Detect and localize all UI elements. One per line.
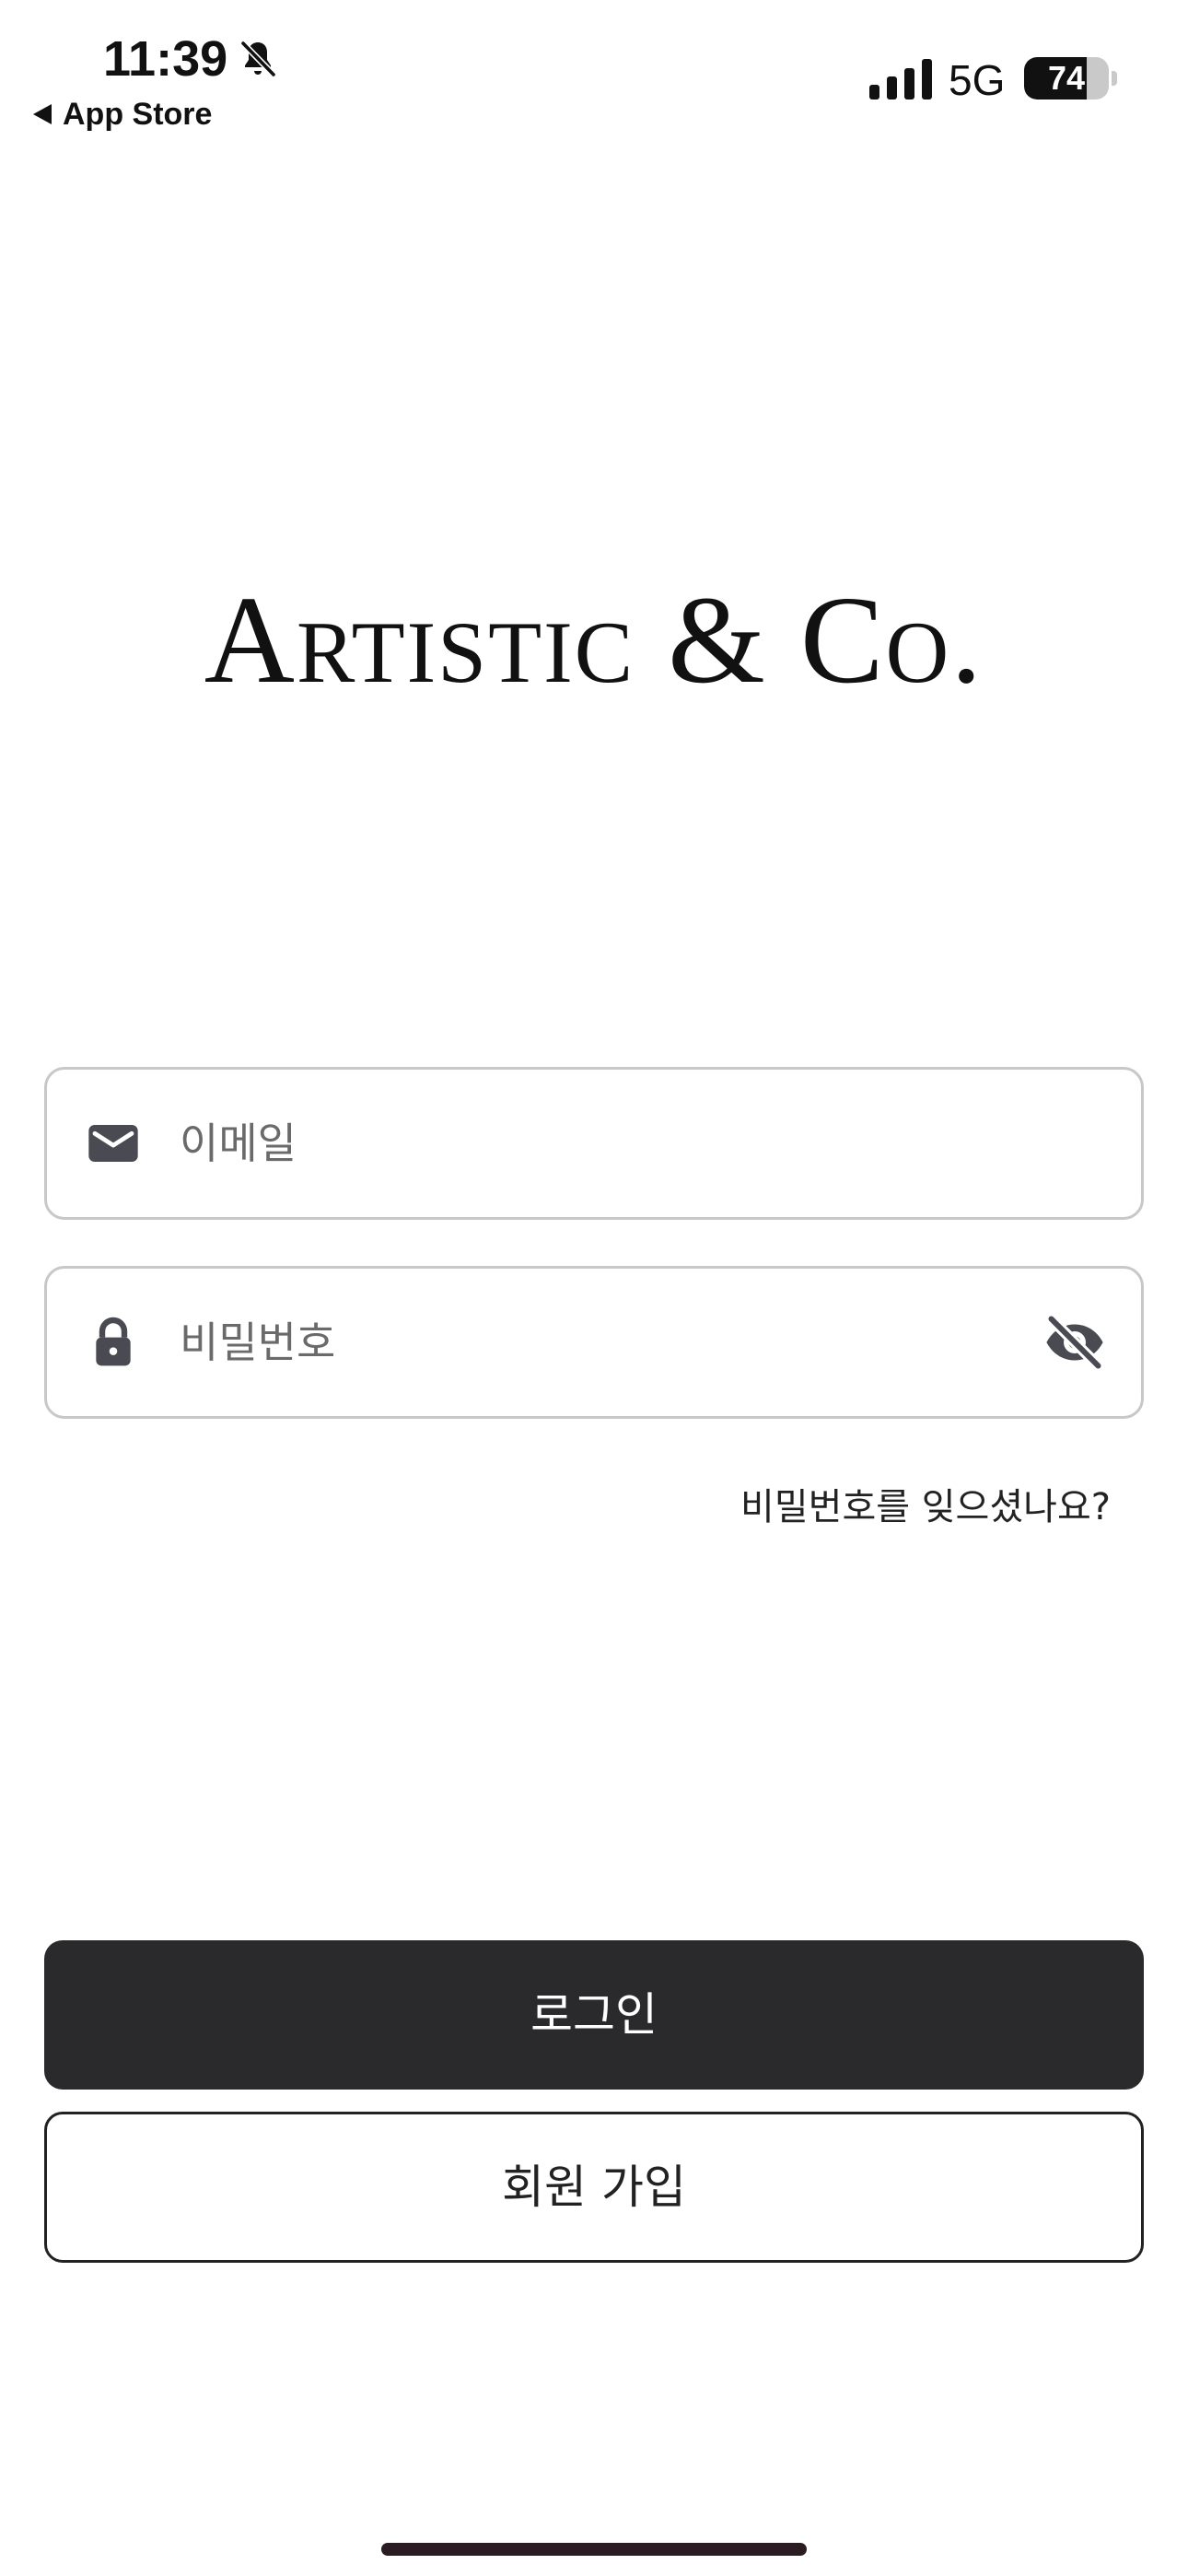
envelope-icon xyxy=(88,1125,138,1162)
battery-icon: 74 xyxy=(1024,57,1109,100)
eye-slash-icon[interactable] xyxy=(1042,1309,1108,1376)
status-time: 11:39 xyxy=(103,31,228,87)
brand-logo: Artistic & Co. xyxy=(204,571,984,709)
password-input[interactable] xyxy=(180,1269,990,1416)
battery-cap xyxy=(1112,71,1117,86)
lock-icon xyxy=(96,1317,131,1366)
forgot-password-link[interactable]: 비밀번호를 잊으셨나요? xyxy=(740,1481,1111,1533)
email-field[interactable] xyxy=(44,1067,1144,1220)
back-to-app-store-label: App Store xyxy=(63,97,213,132)
signup-button[interactable]: 회원 가입 xyxy=(44,2112,1144,2263)
network-type: 5G xyxy=(949,56,1006,104)
bell-slash-icon xyxy=(239,40,277,78)
cellular-signal-icon xyxy=(869,59,932,100)
battery-percent: 74 xyxy=(1047,59,1086,97)
back-to-app-store-button[interactable]: App Store xyxy=(33,96,212,133)
home-indicator[interactable] xyxy=(381,2543,807,2556)
email-input[interactable] xyxy=(180,1070,990,1217)
password-field[interactable] xyxy=(44,1266,1144,1419)
back-arrow-icon xyxy=(33,104,52,124)
login-button[interactable]: 로그인 xyxy=(44,1940,1144,2090)
